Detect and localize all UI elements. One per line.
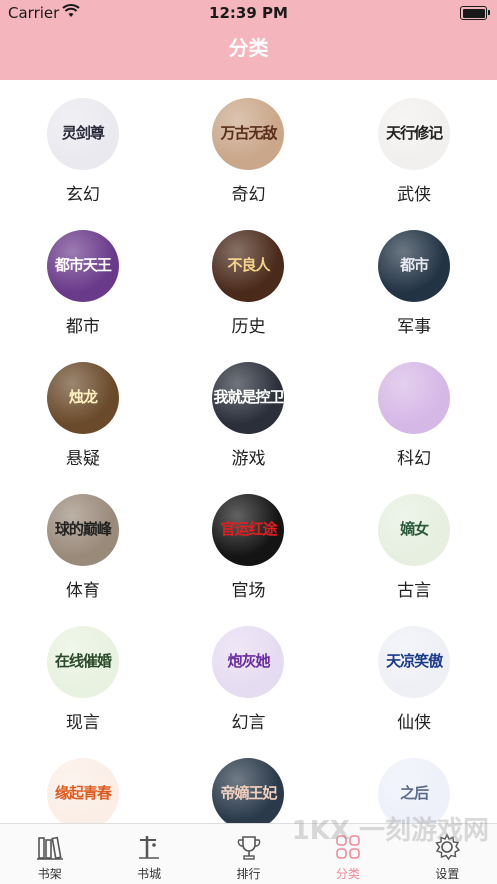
category-item[interactable]: 之后 — [331, 758, 497, 823]
category-cover-image: 都市 — [378, 230, 451, 302]
bookstore-icon — [139, 836, 160, 859]
cover-title-text: 天凉笑傲 — [386, 652, 443, 670]
category-cover-image: 天行修记 — [378, 98, 451, 170]
category-label: 游戏 — [231, 449, 266, 469]
tab-category-label: 分类 — [335, 867, 360, 881]
cover-title-text: 我就是控卫 — [213, 388, 284, 406]
status-bar: Carrier 12:39 PM — [0, 0, 497, 28]
cover-title-text: 之后 — [400, 784, 429, 802]
category-item[interactable]: 不良人 历史 — [166, 230, 332, 362]
category-item[interactable]: 烛龙 悬疑 — [0, 362, 166, 494]
status-time: 12:39 PM — [209, 4, 288, 22]
trophy-icon — [237, 836, 260, 860]
tab-bookstore[interactable]: 书城 — [99, 824, 198, 884]
cover-title-text: 球的巅峰 — [54, 520, 112, 538]
nav-bar: 分类 — [0, 28, 497, 80]
category-list[interactable]: 灵剑尊 玄幻 万古无敌 奇幻 天行修记 武侠 都市天王 都市 不良人 历史 都市 军事 烛龙 悬疑 我就是控… — [0, 80, 497, 823]
category-cover-image: 灵剑尊 — [46, 98, 119, 170]
category-item[interactable]: 天凉笑傲 仙侠 — [331, 626, 497, 758]
category-cover-image: 嫡女 — [378, 494, 451, 566]
category-item[interactable]: 帝嫡王妃 — [166, 758, 332, 823]
cover-title-text: 缘起青春 — [54, 784, 112, 802]
cover-title-text: 官运红途 — [220, 520, 277, 538]
cover-title-text: 都市天王 — [54, 256, 112, 274]
battery-icon — [460, 6, 490, 20]
category-label: 官场 — [231, 581, 266, 601]
category-item[interactable]: 灵剑尊 玄幻 — [0, 98, 166, 230]
category-cover-image — [378, 362, 451, 434]
category-grid-icon — [336, 835, 360, 859]
category-item[interactable]: 官运红途 官场 — [166, 494, 332, 626]
category-cover-image: 烛龙 — [46, 362, 119, 434]
category-item[interactable]: 球的巅峰 体育 — [0, 494, 166, 626]
category-cover-image: 在线催婚 — [46, 626, 119, 698]
category-label: 军事 — [397, 317, 432, 337]
cover-title-text: 万古无敌 — [220, 124, 277, 142]
page-title: 分类 — [228, 36, 269, 60]
category-label: 现言 — [65, 713, 100, 733]
tab-bookshelf[interactable]: 书架 — [0, 824, 99, 884]
category-item[interactable]: 缘起青春 — [0, 758, 166, 823]
category-item[interactable]: 科幻 — [331, 362, 497, 494]
category-label: 古言 — [397, 581, 432, 601]
cover-title-text: 在线催婚 — [54, 652, 112, 670]
category-label: 奇幻 — [231, 185, 266, 205]
tab-category[interactable]: 分类 — [298, 824, 397, 884]
category-cover-image: 之后 — [378, 758, 451, 823]
category-label: 仙侠 — [397, 713, 432, 733]
category-cover-image: 万古无敌 — [212, 98, 285, 170]
category-label: 玄幻 — [65, 185, 100, 205]
cover-title-text: 帝嫡王妃 — [220, 784, 277, 802]
tab-settings[interactable]: 设置 — [398, 824, 497, 884]
category-cover-image: 天凉笑傲 — [378, 626, 451, 698]
category-item[interactable]: 天行修记 武侠 — [331, 98, 497, 230]
category-label: 体育 — [65, 581, 100, 601]
cover-title-text: 不良人 — [227, 256, 270, 274]
tab-bar: 书架 书城 排行 分类 设置 — [0, 823, 497, 884]
tab-ranking-label: 排行 — [236, 867, 261, 881]
cover-title-text: 烛龙 — [68, 388, 98, 406]
bookshelf-icon — [36, 836, 63, 860]
category-cover-image: 炮灰她 — [212, 626, 285, 698]
category-item[interactable]: 都市 军事 — [331, 230, 497, 362]
category-cover-image: 缘起青春 — [46, 758, 119, 823]
category-label: 幻言 — [231, 713, 266, 733]
cover-title-text: 都市 — [400, 256, 429, 274]
category-label: 武侠 — [397, 185, 432, 205]
cover-title-text: 天行修记 — [386, 124, 443, 142]
tab-settings-label: 设置 — [435, 867, 460, 881]
category-label: 历史 — [231, 317, 266, 337]
cover-title-text: 炮灰她 — [227, 652, 270, 670]
category-cover-image: 我就是控卫 — [212, 362, 285, 434]
category-cover-image: 不良人 — [212, 230, 285, 302]
settings-gear-icon — [435, 833, 461, 861]
category-item[interactable]: 在线催婚 现言 — [0, 626, 166, 758]
tab-ranking[interactable]: 排行 — [199, 824, 298, 884]
category-cover-image: 球的巅峰 — [46, 494, 119, 566]
cover-title-text: 嫡女 — [400, 520, 429, 538]
category-label: 科幻 — [397, 449, 432, 469]
category-cover-image: 官运红途 — [212, 494, 285, 566]
category-item[interactable]: 我就是控卫 游戏 — [166, 362, 332, 494]
category-item[interactable]: 嫡女 古言 — [331, 494, 497, 626]
category-cover-image: 都市天王 — [46, 230, 119, 302]
category-label: 都市 — [65, 317, 100, 337]
category-item[interactable]: 炮灰她 幻言 — [166, 626, 332, 758]
tab-bookstore-label: 书城 — [137, 867, 162, 881]
category-item[interactable]: 都市天王 都市 — [0, 230, 166, 362]
category-label: 悬疑 — [65, 449, 100, 469]
category-cover-image: 帝嫡王妃 — [212, 758, 285, 823]
category-item[interactable]: 万古无敌 奇幻 — [166, 98, 332, 230]
tab-bookshelf-label: 书架 — [37, 867, 62, 881]
category-grid: 灵剑尊 玄幻 万古无敌 奇幻 天行修记 武侠 都市天王 都市 不良人 历史 都市 军事 烛龙 悬疑 我就是控… — [0, 98, 497, 823]
cover-title-text: 灵剑尊 — [61, 124, 105, 142]
